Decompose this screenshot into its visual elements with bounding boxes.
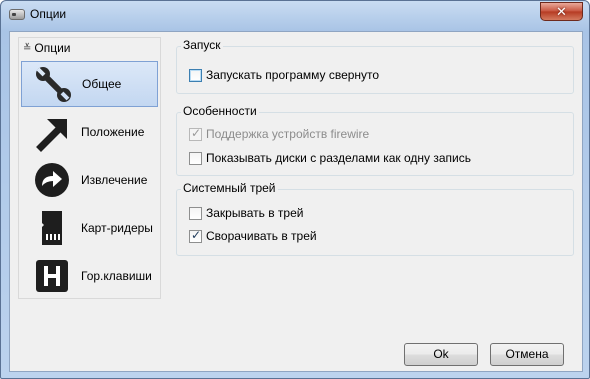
close-to-tray-checkbox[interactable] bbox=[189, 206, 202, 220]
wrench-icon bbox=[36, 67, 71, 102]
group-system-tray: Системный трей Закрывать в трей Сворачив… bbox=[176, 181, 574, 256]
nav-item-hotkeys[interactable]: Гор.клавиши bbox=[21, 253, 158, 299]
app-drive-icon bbox=[9, 9, 25, 20]
merge-partitions-checkbox[interactable] bbox=[189, 151, 202, 165]
option-label: Сворачивать в трей bbox=[206, 229, 317, 243]
nav-item-label: Положение bbox=[81, 125, 145, 139]
cancel-button[interactable]: Отмена bbox=[490, 343, 564, 366]
nav-item-card-readers[interactable]: Карт-ридеры bbox=[21, 205, 158, 251]
option-label: Запускать программу свернуто bbox=[206, 68, 380, 82]
options-window: Опции ✕ ≚ Опции Общее Положение Извлечен… bbox=[0, 0, 590, 379]
start-minimized-checkbox[interactable] bbox=[189, 68, 202, 82]
minimize-to-tray-checkbox[interactable] bbox=[189, 228, 202, 243]
nav-item-label: Извлечение bbox=[81, 173, 148, 187]
option-label: Закрывать в трей bbox=[206, 206, 304, 220]
nav-item-label: Общее bbox=[82, 77, 122, 91]
group-title: Запуск bbox=[181, 38, 223, 52]
start-minimized-option[interactable]: Запускать программу свернуто bbox=[189, 67, 379, 83]
minimize-to-tray-option[interactable]: Сворачивать в трей bbox=[189, 228, 317, 244]
merge-partitions-option[interactable]: Показывать диски с разделами как одну за… bbox=[189, 150, 471, 166]
ok-button[interactable]: Ok bbox=[404, 343, 478, 366]
firewire-support-checkbox bbox=[189, 126, 202, 141]
options-nav: ≚ Опции Общее Положение Извлечение Карт-… bbox=[18, 37, 161, 299]
dialog-body: ≚ Опции Общее Положение Извлечение Карт-… bbox=[9, 31, 583, 372]
hotkey-h-icon bbox=[36, 260, 68, 292]
close-to-tray-option[interactable]: Закрывать в трей bbox=[189, 205, 303, 221]
eject-arrow-icon bbox=[35, 163, 69, 197]
nav-item-eject[interactable]: Извлечение bbox=[21, 157, 158, 203]
nav-item-general[interactable]: Общее bbox=[21, 61, 158, 107]
option-label: Показывать диски с разделами как одну за… bbox=[206, 151, 472, 165]
close-button[interactable]: ✕ bbox=[540, 2, 583, 21]
group-title: Системный трей bbox=[181, 181, 278, 195]
group-features: Особенности Поддержка устройств firewire… bbox=[176, 104, 574, 176]
nav-item-label: Карт-ридеры bbox=[81, 221, 153, 235]
collapse-chevron-icon[interactable]: ≚ bbox=[23, 43, 31, 54]
option-label: Поддержка устройств firewire bbox=[206, 127, 370, 141]
sd-card-icon bbox=[42, 211, 62, 245]
nav-item-position[interactable]: Положение bbox=[21, 109, 158, 155]
group-title: Особенности bbox=[181, 104, 259, 118]
nav-header[interactable]: ≚ Опции bbox=[23, 40, 71, 56]
nav-item-label: Гор.клавиши bbox=[81, 269, 152, 283]
firewire-support-option: Поддержка устройств firewire bbox=[189, 126, 369, 142]
group-startup: Запуск Запускать программу свернуто bbox=[176, 38, 574, 94]
arrow-icon bbox=[36, 119, 67, 152]
title-bar[interactable]: Опции ✕ bbox=[1, 1, 589, 29]
window-title: Опции bbox=[30, 7, 67, 21]
nav-header-label: Опции bbox=[34, 41, 71, 55]
